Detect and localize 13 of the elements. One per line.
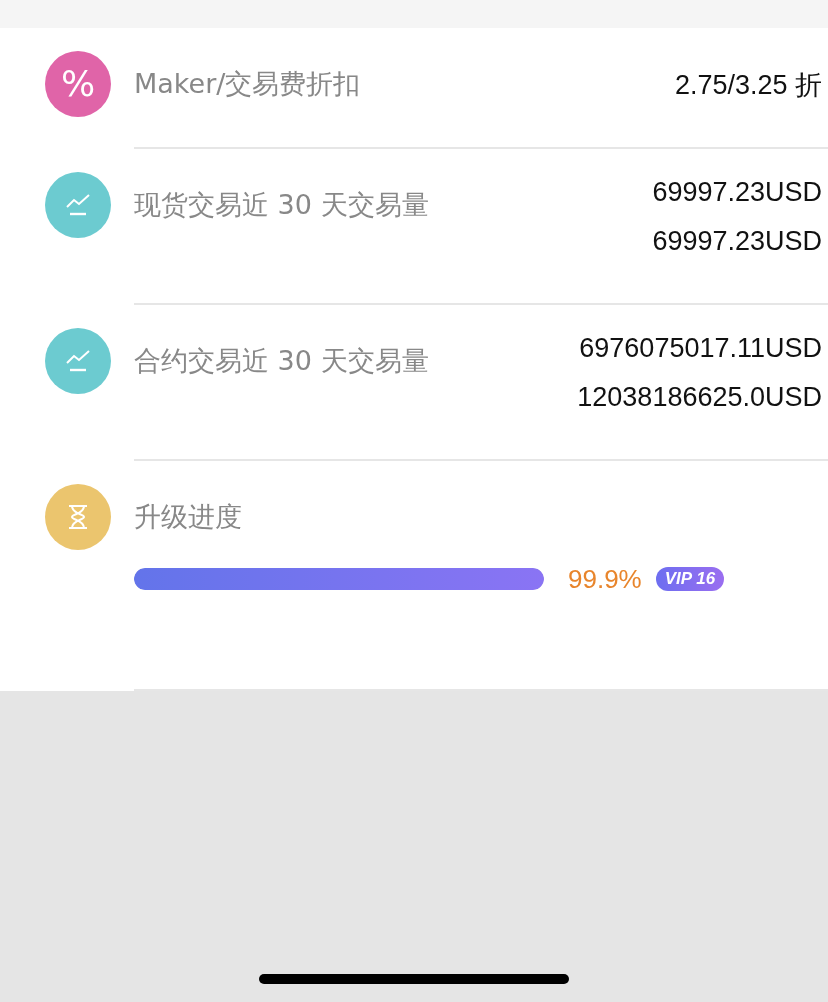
row-label: 合约交易近 30 天交易量 bbox=[134, 344, 429, 378]
row-value: 2.75/3.25 折 bbox=[674, 69, 822, 102]
row-label: 现货交易近 30 天交易量 bbox=[134, 188, 429, 222]
row-value: 69997.23USD bbox=[652, 176, 822, 209]
row-label: 升级进度 bbox=[134, 500, 242, 534]
percent-icon: % bbox=[45, 51, 111, 117]
row-value: 69997.23USD bbox=[652, 225, 822, 258]
vip-badge: VIP 16 bbox=[655, 567, 725, 591]
home-indicator[interactable] bbox=[259, 974, 569, 984]
progress-percent: 99.9% bbox=[568, 563, 642, 595]
row-value: 6976075017.11USD bbox=[579, 332, 822, 365]
row-value: 12038186625.0USD bbox=[577, 381, 822, 414]
row-label: Maker/交易费折扣 bbox=[134, 67, 361, 101]
